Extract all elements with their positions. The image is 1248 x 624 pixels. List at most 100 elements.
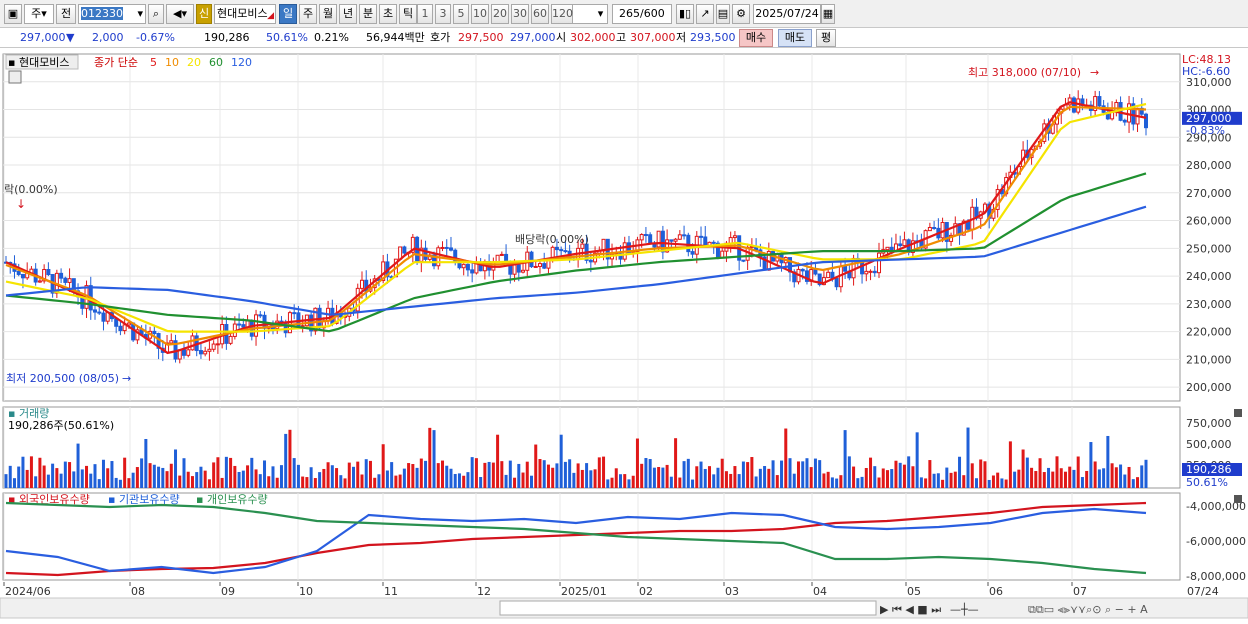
candle-body (59, 272, 64, 279)
candle-body (868, 270, 873, 273)
volume-bar (169, 463, 173, 488)
price-y-tick: 230,000 (1186, 298, 1232, 311)
sell-button[interactable]: 매도 (778, 29, 812, 47)
volume-close-icon (1234, 409, 1242, 417)
period-button-1[interactable]: 주 (299, 4, 317, 24)
legend-prefix: 종가 단순 (94, 56, 138, 69)
chart-area[interactable]: 310,000 300,000 290,000 280,000 270,000 260,0… (0, 50, 1248, 621)
volume-bar (754, 476, 758, 488)
volume-bar (466, 472, 470, 488)
draw-icon[interactable]: ↗ (696, 4, 714, 24)
volume-bar (1140, 465, 1144, 488)
volume-bar (767, 468, 771, 488)
date-field[interactable]: 2025/07/24 (753, 4, 821, 24)
candle-body (521, 269, 526, 273)
multiple-button-20[interactable]: 20 (491, 4, 509, 24)
buy-button[interactable]: 매수 (739, 29, 773, 47)
candle-body (63, 277, 68, 283)
volume-bar (852, 466, 856, 488)
volume-bar (771, 460, 775, 488)
volume-bar (76, 443, 80, 488)
volume-bar (703, 468, 707, 488)
volume-bar (51, 463, 55, 488)
period-button-5[interactable]: 초 (379, 4, 397, 24)
volume-bar (207, 479, 211, 488)
volume-bar (1063, 471, 1067, 488)
price-change: 2,000 (92, 31, 124, 44)
volume-bar (233, 465, 237, 488)
search-icon[interactable]: ⌕ (148, 4, 164, 24)
volume-bar (962, 475, 966, 488)
volume-y-tick: 750,000 (1186, 417, 1232, 430)
period-button-0[interactable]: 일 (279, 4, 297, 24)
code-input[interactable]: 012330 ▾ (78, 4, 146, 24)
volume-bar (890, 469, 894, 488)
volume-bar (377, 474, 381, 488)
period-type-select[interactable]: 주▾ (24, 4, 54, 24)
volume-bar (462, 475, 466, 488)
stock-name-field[interactable]: 현대모비스 ◢ (214, 4, 276, 24)
candle-icon[interactable]: ▮▯ (676, 4, 694, 24)
candle-body (67, 278, 72, 283)
volume-bar (818, 460, 822, 488)
stock-chart-svg[interactable]: 310,000300,000290,000280,000270,000260,0… (0, 50, 1248, 621)
candle-body (1144, 113, 1148, 129)
dividend-label: 락(0.00%) (4, 183, 58, 196)
candle-body (359, 279, 364, 289)
volume-bar (610, 477, 614, 488)
prev-button[interactable]: 전 (56, 4, 76, 24)
multiple-button-3[interactable]: 3 (435, 4, 451, 24)
volume-bar (996, 472, 1000, 488)
holding-close-icon (1234, 495, 1242, 503)
volume-bar (1089, 442, 1093, 488)
x-tick-label: 11 (384, 585, 398, 598)
window-icon[interactable]: ▣ (4, 4, 22, 24)
volume-bar (504, 474, 508, 488)
volume-bar (1017, 469, 1021, 488)
candle-body (440, 246, 445, 249)
volume-bar (606, 479, 610, 488)
volume-bar (271, 466, 275, 488)
multiple-button-1[interactable]: 1 (417, 4, 433, 24)
volume-bar (1123, 474, 1127, 488)
current-price: 297,000 (20, 31, 66, 44)
chevron-down-icon[interactable]: ▾ (594, 4, 608, 24)
volume-bar (212, 462, 216, 488)
candle-body (97, 311, 102, 314)
volume-bar (589, 470, 593, 488)
calendar-icon[interactable]: ▦ (821, 4, 835, 24)
save-icon[interactable]: ▤ (716, 4, 730, 24)
period-button-4[interactable]: 분 (359, 4, 377, 24)
gear-icon[interactable]: ⚙ (732, 4, 750, 24)
multiple-button-30[interactable]: 30 (511, 4, 529, 24)
eval-button[interactable]: 평 (816, 29, 836, 47)
volume-bar (292, 458, 296, 488)
speaker-icon[interactable]: ◀▾ (166, 4, 194, 24)
candle-body (470, 269, 475, 274)
multiple-button-10[interactable]: 10 (471, 4, 489, 24)
multiple-button-120[interactable]: 120 (551, 4, 573, 24)
volume-bar (623, 474, 627, 488)
candle-body (465, 263, 470, 271)
candle-body (101, 312, 106, 322)
volume-bar (881, 468, 885, 488)
volume-bar (411, 464, 415, 488)
period-button-3[interactable]: 년 (339, 4, 357, 24)
volume-bar (390, 462, 394, 488)
period-button-2[interactable]: 월 (319, 4, 337, 24)
count-field[interactable]: 265/600 (612, 4, 672, 24)
period-button-6[interactable]: 틱 (399, 4, 417, 24)
volume-bar (479, 477, 483, 488)
high-value: 307,000 (630, 31, 676, 44)
volume-bar (161, 467, 165, 488)
volume-bar (568, 459, 572, 488)
count-total: /600 (640, 7, 665, 20)
volume-bar (796, 461, 800, 488)
volume-bar (339, 475, 343, 488)
new-badge[interactable]: 신 (196, 4, 212, 24)
volume-bar (38, 457, 42, 488)
multiple-button-60[interactable]: 60 (531, 4, 549, 24)
multiple-button-5[interactable]: 5 (453, 4, 469, 24)
volume-bar (250, 457, 254, 488)
volume-bar (1042, 472, 1046, 488)
